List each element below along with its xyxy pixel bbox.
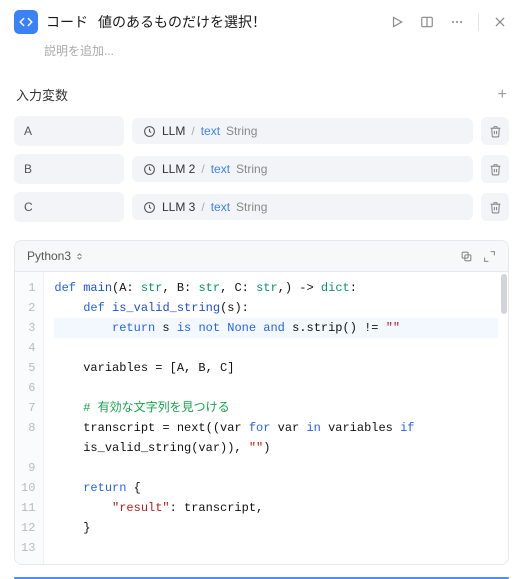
block-title[interactable]: 値のあるものだけを選択！ bbox=[98, 12, 266, 32]
language-selector[interactable]: Python3 bbox=[27, 249, 84, 263]
header-actions bbox=[388, 13, 509, 31]
close-button[interactable] bbox=[491, 13, 509, 31]
code-line: def main(A: str, B: str, C: str,) -> dic… bbox=[54, 278, 498, 298]
code-block-icon bbox=[14, 10, 38, 34]
code-line: transcript = next((var for var in variab… bbox=[54, 418, 498, 438]
variable-value-selector[interactable]: LLM / text String bbox=[132, 118, 473, 144]
code-line: is_valid_string(var)), "") bbox=[54, 438, 498, 458]
code-line bbox=[54, 378, 498, 398]
input-variables-list: A LLM / text String B LLM 2 / text String C LLM 3… bbox=[0, 112, 523, 226]
input-variable-row: C LLM 3 / text String bbox=[0, 188, 523, 226]
line-gutter: 12345678910111213 bbox=[15, 272, 44, 564]
code-line: def is_valid_string(s): bbox=[54, 298, 498, 318]
more-button[interactable] bbox=[448, 13, 466, 31]
copy-button[interactable] bbox=[460, 250, 473, 263]
variable-value-selector[interactable]: LLM 3 / text String bbox=[132, 194, 473, 220]
delete-variable-button[interactable] bbox=[481, 117, 509, 145]
source-icon bbox=[142, 162, 156, 176]
panel-header: コード 値のあるものだけを選択！ bbox=[0, 0, 523, 42]
description-input[interactable]: 説明を追加... bbox=[0, 42, 523, 73]
field-type: String bbox=[236, 200, 267, 214]
code-header: Python3 bbox=[15, 241, 508, 272]
scroll-thumb[interactable] bbox=[501, 274, 507, 314]
expand-button[interactable] bbox=[483, 250, 496, 263]
title-row: コード 値のあるものだけを選択！ bbox=[46, 12, 380, 32]
variable-name-input[interactable]: B bbox=[14, 154, 124, 184]
field-name: text bbox=[201, 124, 220, 138]
code-line: variables = [A, B, C] bbox=[54, 358, 498, 378]
editor-scrollbar[interactable] bbox=[500, 272, 508, 564]
source-name: LLM 3 bbox=[162, 200, 195, 214]
code-line: } bbox=[54, 518, 498, 538]
input-variable-row: B LLM 2 / text String bbox=[0, 150, 523, 188]
variable-name-input[interactable]: C bbox=[14, 192, 124, 222]
source-icon bbox=[142, 124, 156, 138]
code-line: # 有効な文字列を見つける bbox=[54, 398, 498, 418]
input-variable-row: A LLM / text String bbox=[0, 112, 523, 150]
field-type: String bbox=[236, 162, 267, 176]
add-input-button[interactable]: + bbox=[498, 87, 507, 103]
variable-name-input[interactable]: A bbox=[14, 116, 124, 146]
code-line bbox=[54, 338, 498, 358]
field-name: text bbox=[211, 200, 230, 214]
separator bbox=[478, 13, 479, 31]
source-icon bbox=[142, 200, 156, 214]
slash: / bbox=[201, 162, 204, 176]
code-line bbox=[54, 538, 498, 558]
delete-variable-button[interactable] bbox=[481, 193, 509, 221]
slash: / bbox=[191, 124, 194, 138]
inputs-section-header: 入力変数 + bbox=[0, 73, 523, 112]
source-name: LLM 2 bbox=[162, 162, 195, 176]
source-name: LLM bbox=[162, 124, 185, 138]
code-line: return s is not None and s.strip() != "" bbox=[54, 318, 498, 338]
field-type: String bbox=[226, 124, 257, 138]
delete-variable-button[interactable] bbox=[481, 155, 509, 183]
code-line bbox=[54, 458, 498, 478]
code-line: return { bbox=[54, 478, 498, 498]
code-block: Python3 12345678910111213 def main(A: st… bbox=[14, 240, 509, 565]
sort-icon bbox=[75, 252, 84, 261]
code-line: "result": transcript, bbox=[54, 498, 498, 518]
language-label: Python3 bbox=[27, 249, 71, 263]
run-button[interactable] bbox=[388, 13, 406, 31]
block-type-label: コード bbox=[46, 12, 88, 32]
panel-view-button[interactable] bbox=[418, 13, 436, 31]
inputs-section-label: 入力変数 bbox=[16, 85, 68, 104]
field-name: text bbox=[211, 162, 230, 176]
code-content[interactable]: def main(A: str, B: str, C: str,) -> dic… bbox=[44, 272, 508, 564]
code-editor[interactable]: 12345678910111213 def main(A: str, B: st… bbox=[15, 272, 508, 564]
variable-value-selector[interactable]: LLM 2 / text String bbox=[132, 156, 473, 182]
slash: / bbox=[201, 200, 204, 214]
code-actions bbox=[460, 250, 496, 263]
